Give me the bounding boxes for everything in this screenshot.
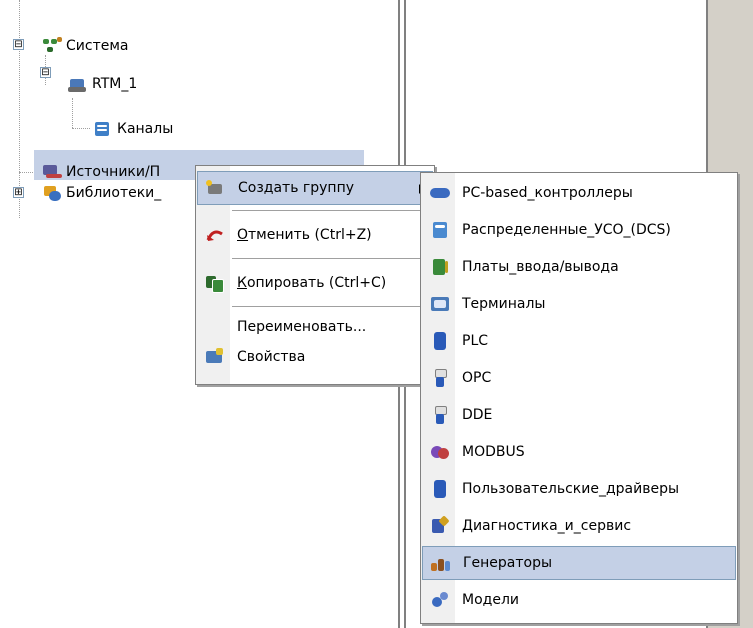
computer-icon (68, 75, 88, 93)
channels-icon (93, 120, 113, 138)
custom-driver-icon (430, 480, 450, 498)
submenu-item-plc[interactable]: PLC (422, 324, 736, 358)
menu-item-create-group[interactable]: Создать группу (197, 171, 433, 205)
submenu-item-label: Пользовательские_драйверы (462, 481, 680, 497)
submenu-item-modbus[interactable]: MODBUS (422, 435, 736, 469)
tree-node-channels[interactable]: Каналы (93, 118, 173, 140)
submenu-item-pc-based[interactable]: PC-based_контроллеры (422, 176, 736, 210)
undo-icon (205, 226, 225, 244)
submenu-item-io-boards[interactable]: Платы_ввода/вывода (422, 250, 736, 284)
menu-item-copy[interactable]: Копировать (Ctrl+C) (197, 266, 433, 300)
expand-icon[interactable]: ⊞ (13, 187, 24, 198)
menu-item-undo[interactable]: Отменить (Ctrl+Z) (197, 218, 433, 252)
tree-node-sources[interactable]: Источники/П (42, 161, 161, 183)
models-gear-icon (430, 591, 450, 609)
submenu-item-label: PLC (462, 333, 489, 349)
tree-node-label: Система (66, 38, 129, 54)
submenu-item-custom-drivers[interactable]: Пользовательские_драйверы (422, 472, 736, 506)
dde-icon (430, 406, 450, 424)
context-menu: Создать группу Отменить (Ctrl+Z) Копиров… (195, 165, 435, 385)
submenu-item-label: Распределенные_УСО_(DCS) (462, 222, 671, 238)
tree-node-label: Библиотеки_ (66, 185, 162, 201)
submenu-item-label: MODBUS (462, 444, 525, 460)
menu-item-properties[interactable]: Свойства (197, 342, 433, 372)
libraries-icon (42, 184, 62, 202)
copy-icon (205, 274, 225, 293)
terminal-icon (430, 295, 450, 313)
menu-item-label: Свойства (237, 349, 306, 365)
submenu-item-label: DDE (462, 407, 493, 423)
menu-separator (232, 210, 430, 211)
collapse-icon[interactable]: ⊟ (13, 39, 24, 50)
menu-item-label: Переименовать... (237, 319, 367, 335)
collapse-icon[interactable]: ⊟ (40, 67, 51, 78)
properties-icon (205, 348, 225, 366)
tree-node-label: Источники/П (66, 164, 161, 180)
menu-item-rename[interactable]: Переименовать... (197, 312, 433, 342)
submenu-item-label: Генераторы (463, 555, 553, 571)
tree-node-system[interactable]: Система (42, 35, 128, 57)
menu-item-label: Создать группу (238, 180, 355, 196)
submenu-item-opc[interactable]: OPC (422, 361, 736, 395)
menu-item-label: Отменить (Ctrl+Z) (237, 227, 372, 243)
submenu-item-dcs[interactable]: Распределенные_УСО_(DCS) (422, 213, 736, 247)
modbus-icon (430, 443, 450, 461)
tree-node-rtm1[interactable]: RTM_1 (68, 73, 137, 95)
opc-icon (430, 369, 450, 387)
plc-icon (430, 332, 450, 350)
submenu-item-label: Диагностика_и_сервис (462, 518, 632, 534)
submenu-item-label: Терминалы (462, 296, 546, 312)
menu-item-label: Копировать (Ctrl+C) (237, 275, 387, 291)
tree-connector (72, 128, 90, 129)
generator-icon (431, 555, 451, 573)
create-group-submenu: PC-based_контроллеры Распределенные_УСО_… (420, 172, 738, 624)
dcs-icon (430, 221, 450, 239)
network-icon (42, 37, 62, 55)
submenu-item-label: PC-based_контроллеры (462, 185, 633, 201)
submenu-item-label: Модели (462, 592, 519, 608)
diagnostics-icon (430, 515, 450, 535)
submenu-item-generators[interactable]: Генераторы (422, 546, 736, 580)
io-board-icon (430, 258, 450, 276)
menu-separator (232, 258, 430, 259)
tree-node-libraries[interactable]: Библиотеки_ (42, 182, 161, 204)
create-group-icon (206, 180, 226, 198)
sources-icon (42, 163, 62, 181)
submenu-item-diagnostics[interactable]: Диагностика_и_сервис (422, 509, 736, 543)
pc-controller-icon (430, 184, 450, 202)
menu-separator (232, 306, 430, 307)
submenu-item-label: Платы_ввода/вывода (462, 259, 619, 275)
tree-node-label: Каналы (117, 121, 174, 137)
tree-node-label: RTM_1 (92, 76, 138, 92)
submenu-item-dde[interactable]: DDE (422, 398, 736, 432)
submenu-item-models[interactable]: Модели (422, 583, 736, 617)
submenu-item-label: OPC (462, 370, 492, 386)
submenu-item-terminals[interactable]: Терминалы (422, 287, 736, 321)
tree-connector (72, 98, 73, 128)
